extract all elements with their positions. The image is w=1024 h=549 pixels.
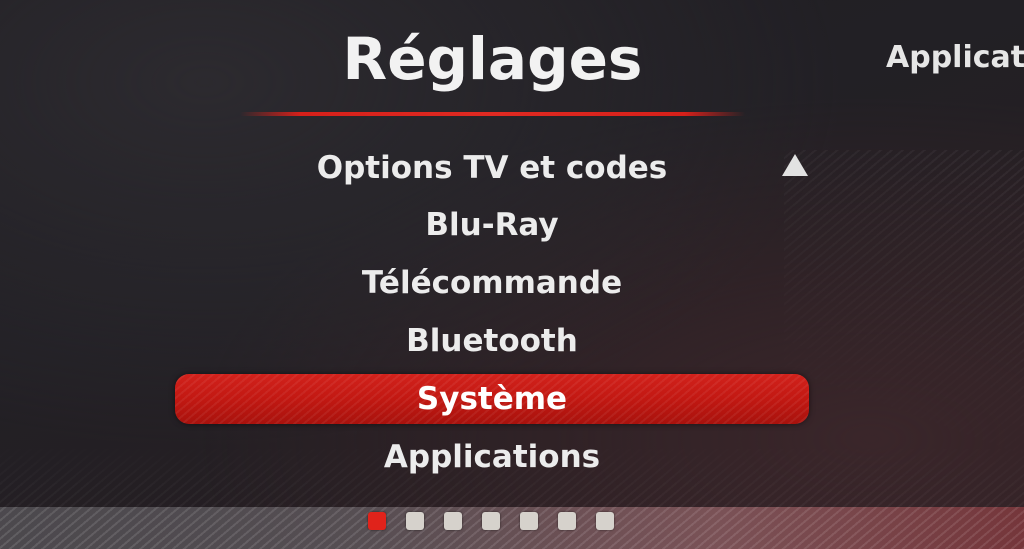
page-dot-active[interactable]	[368, 512, 386, 530]
page-dot[interactable]	[444, 512, 462, 530]
page-title: Réglages	[342, 25, 643, 93]
menu-item-options-tv[interactable]: Options TV et codes	[175, 140, 809, 196]
menu-item-label: Options TV et codes	[316, 150, 668, 186]
menu-item-bluray[interactable]: Blu-Ray	[175, 196, 809, 254]
menu-item-bluetooth[interactable]: Bluetooth	[175, 312, 809, 370]
menu-item-applications[interactable]: Applications	[175, 428, 809, 486]
page-dot[interactable]	[596, 512, 614, 530]
menu-item-label: Télécommande	[361, 265, 623, 301]
menu-item-label: Blu-Ray	[425, 207, 559, 243]
menu-item-label: Bluetooth	[406, 323, 578, 359]
title-underline	[240, 112, 745, 116]
background-stripes-right	[784, 150, 1024, 470]
settings-menu: Options TV et codes Blu-Ray Télécommande…	[175, 140, 809, 486]
next-page-title[interactable]: Applicat	[886, 38, 1024, 78]
page-dot[interactable]	[520, 512, 538, 530]
menu-item-label: Applications	[383, 439, 601, 475]
page-dot[interactable]	[482, 512, 500, 530]
menu-item-telecommande[interactable]: Télécommande	[175, 254, 809, 312]
page-indicator	[368, 512, 614, 532]
menu-item-label: Système	[416, 381, 568, 417]
menu-item-systeme[interactable]: Système	[175, 374, 809, 424]
page-dot[interactable]	[558, 512, 576, 530]
page-dot[interactable]	[406, 512, 424, 530]
